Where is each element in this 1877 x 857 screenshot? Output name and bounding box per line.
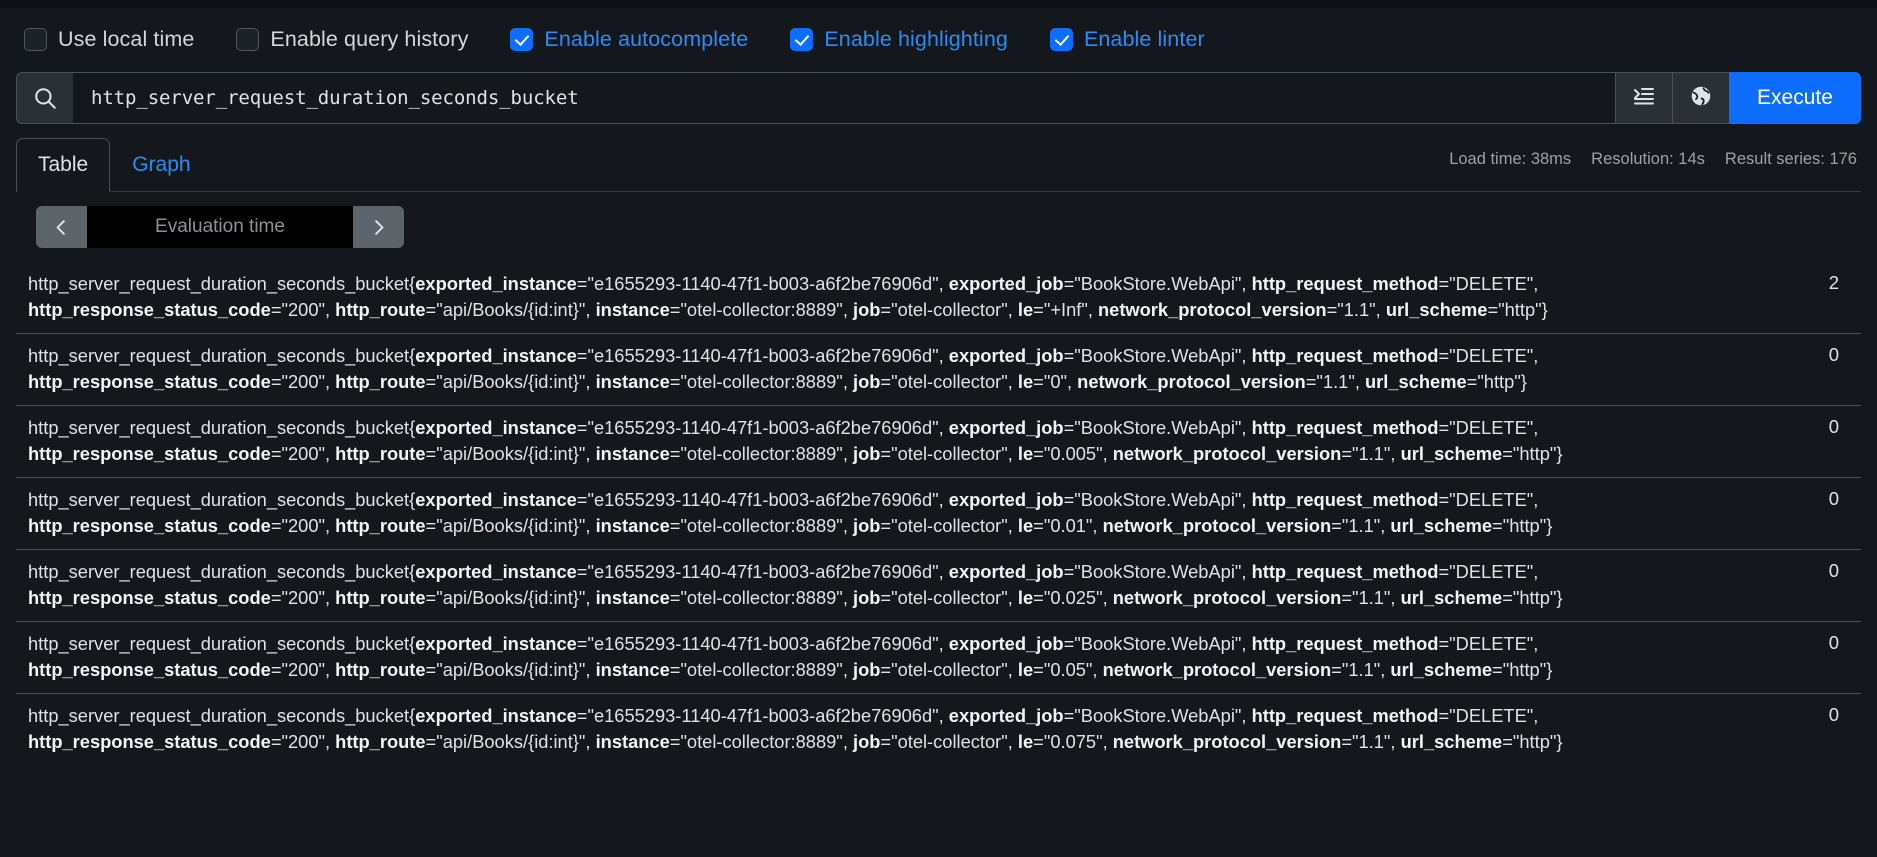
globe-icon	[1689, 84, 1713, 113]
series-labels: http_server_request_duration_seconds_buc…	[28, 489, 1553, 537]
result-series-stat: Result series: 176	[1724, 150, 1857, 168]
option-label-enable-highlighting: Enable highlighting	[824, 26, 1008, 51]
table-row[interactable]: http_server_request_duration_seconds_buc…	[16, 549, 1861, 621]
query-options-row: Use local time Enable query history Enable…	[16, 8, 1861, 70]
evaluation-time-input[interactable]	[87, 206, 353, 249]
table-row[interactable]: http_server_request_duration_seconds_buc…	[16, 620, 1861, 693]
checkbox-use-local-time[interactable]	[24, 27, 47, 51]
table-row[interactable]: http_server_request_duration_seconds_buc…	[16, 692, 1861, 765]
series-labels: http_server_request_duration_seconds_buc…	[28, 561, 1563, 609]
option-enable-query-history[interactable]: Enable query history	[236, 27, 468, 52]
search-icon-button[interactable]	[16, 72, 73, 124]
metrics-explorer-button[interactable]	[1672, 72, 1729, 124]
series-value: 0	[1828, 703, 1839, 725]
option-use-local-time[interactable]: Use local time	[24, 27, 194, 52]
evaluation-time-prev-button[interactable]	[36, 206, 87, 249]
search-icon	[32, 85, 58, 111]
checkbox-enable-autocomplete[interactable]	[510, 27, 534, 51]
option-enable-linter[interactable]: Enable linter	[1049, 26, 1205, 52]
result-table: http_server_request_duration_seconds_buc…	[16, 262, 1861, 765]
tab-graph[interactable]: Graph	[110, 138, 212, 191]
series-value: 0	[1828, 488, 1839, 510]
chevron-left-icon	[52, 218, 71, 237]
option-label-enable-query-history: Enable query history	[270, 26, 469, 51]
series-value: 0	[1828, 416, 1839, 438]
execute-button[interactable]: Execute	[1729, 72, 1861, 124]
series-labels: http_server_request_duration_seconds_buc…	[28, 273, 1548, 321]
evaluation-time-group	[36, 206, 404, 249]
evaluation-time-next-button[interactable]	[353, 206, 404, 249]
query-stats: Load time: 38ms Resolution: 14s Result s…	[1449, 138, 1861, 169]
series-labels: http_server_request_duration_seconds_buc…	[28, 704, 1563, 752]
table-row[interactable]: http_server_request_duration_seconds_buc…	[16, 477, 1861, 549]
option-label-enable-linter: Enable linter	[1083, 26, 1205, 51]
checkbox-enable-highlighting[interactable]	[790, 27, 814, 51]
query-expression-input[interactable]	[73, 72, 1615, 124]
result-tabs: Table Graph	[16, 138, 213, 193]
option-label-use-local-time: Use local time	[58, 26, 195, 51]
resolution-stat: Resolution: 14s	[1591, 150, 1705, 168]
option-label-enable-autocomplete: Enable autocomplete	[544, 26, 749, 51]
format-expression-icon	[1632, 84, 1656, 113]
result-tabs-row: Table Graph Load time: 38ms Resolution: 1…	[16, 138, 1861, 193]
evaluation-time-wrap	[16, 192, 1861, 258]
option-enable-highlighting[interactable]: Enable highlighting	[790, 27, 1008, 52]
series-value: 2	[1828, 272, 1839, 294]
load-time-stat: Load time: 38ms	[1449, 150, 1572, 168]
series-labels: http_server_request_duration_seconds_buc…	[28, 632, 1553, 680]
table-row[interactable]: http_server_request_duration_seconds_buc…	[16, 405, 1861, 477]
tab-table[interactable]: Table	[16, 138, 111, 193]
table-row[interactable]: http_server_request_duration_seconds_buc…	[16, 333, 1861, 405]
series-value: 0	[1828, 344, 1839, 366]
query-page: Use local time Enable query history Enable…	[0, 8, 1877, 765]
table-row[interactable]: http_server_request_duration_seconds_buc…	[16, 262, 1861, 333]
checkbox-enable-query-history[interactable]	[236, 27, 260, 51]
window-top-strip	[0, 0, 1877, 8]
query-bar: Execute	[16, 72, 1861, 124]
series-labels: http_server_request_duration_seconds_buc…	[28, 345, 1539, 393]
chevron-right-icon	[369, 218, 388, 237]
option-enable-autocomplete[interactable]: Enable autocomplete	[510, 27, 748, 52]
series-value: 0	[1828, 560, 1839, 582]
series-labels: http_server_request_duration_seconds_buc…	[28, 417, 1563, 465]
checkbox-enable-linter[interactable]	[1049, 27, 1073, 51]
format-expression-button[interactable]	[1615, 72, 1672, 124]
series-value: 0	[1828, 631, 1839, 653]
